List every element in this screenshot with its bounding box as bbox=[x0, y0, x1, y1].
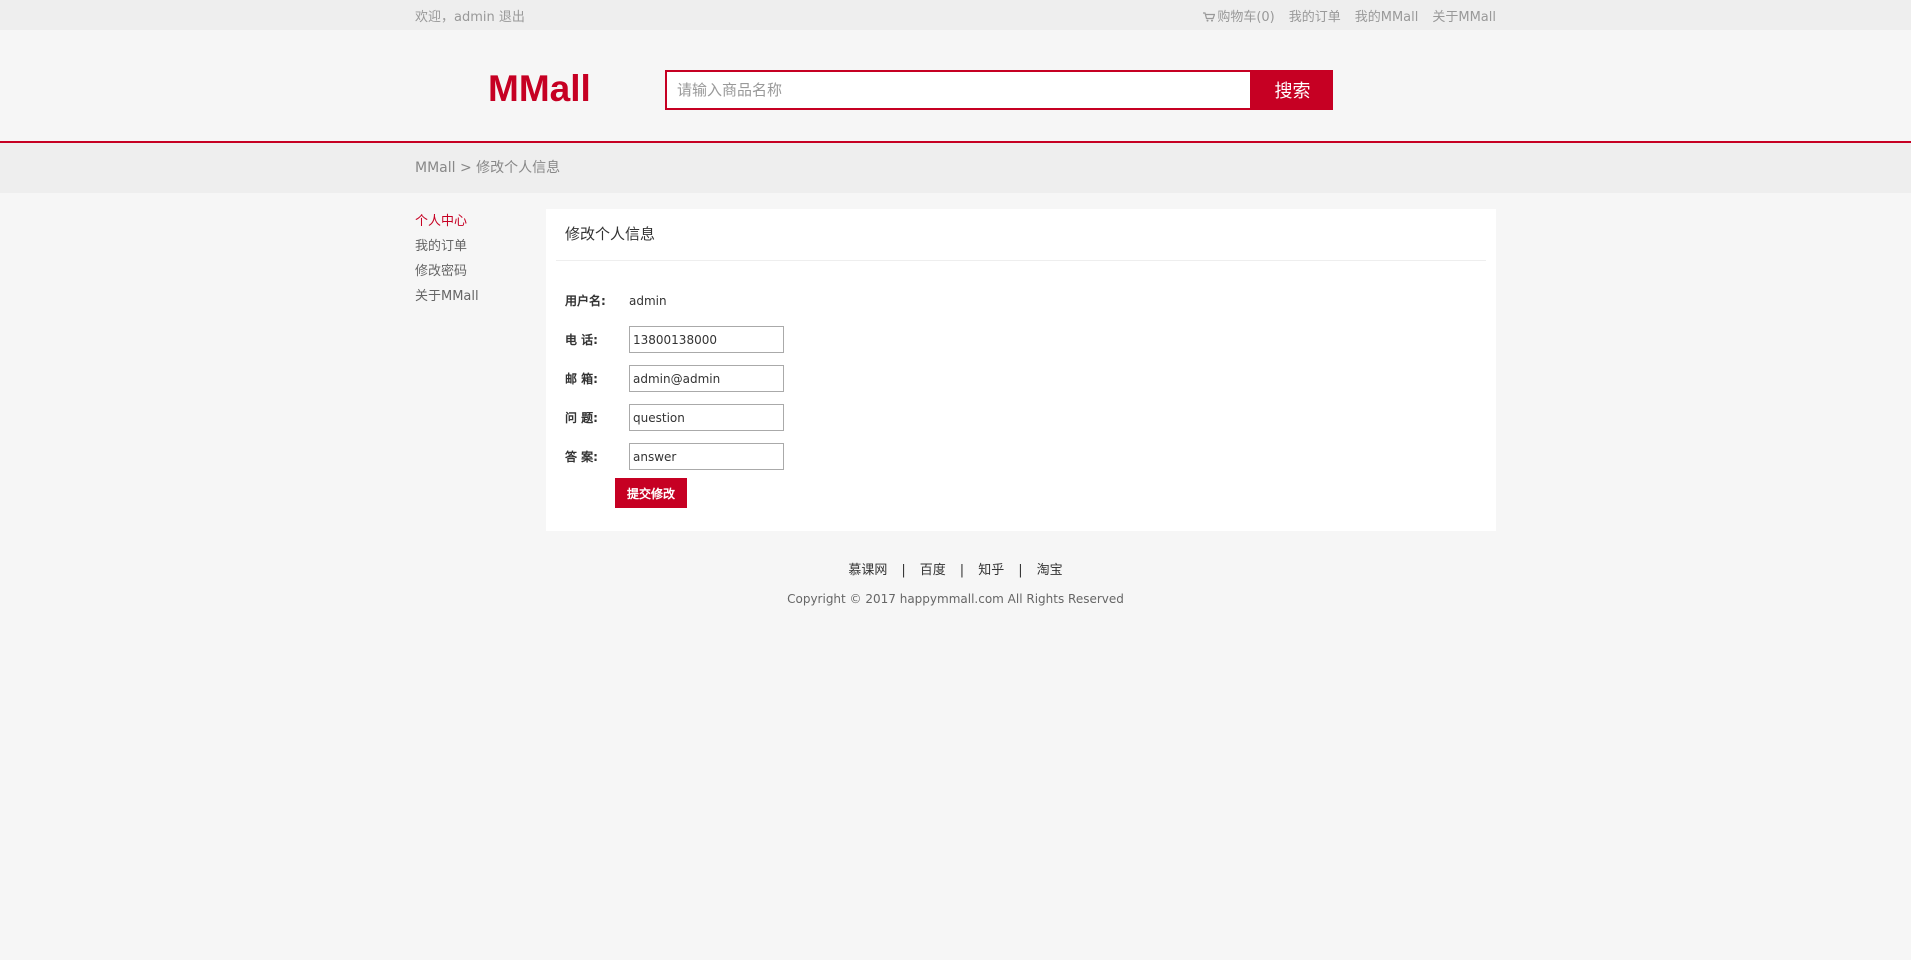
footer-separator: | bbox=[959, 563, 965, 578]
username-value: admin bbox=[629, 293, 667, 308]
profile-edit-panel: 修改个人信息 用户名: admin 电 话: 邮 箱: 问 题: bbox=[546, 209, 1496, 531]
logout-link[interactable]: 退出 bbox=[499, 10, 525, 25]
breadcrumb-separator: > bbox=[455, 160, 477, 176]
submit-button[interactable]: 提交修改 bbox=[615, 478, 687, 508]
profile-form: 用户名: admin 电 话: 邮 箱: 问 题: 答 案: bbox=[546, 261, 1496, 508]
answer-field[interactable] bbox=[629, 443, 784, 470]
site-header: MMall 搜索 bbox=[0, 30, 1911, 143]
answer-row: 答 案: bbox=[565, 437, 1496, 476]
top-nav-bar: 欢迎，admin 退出 购物车(0) 我的订单 我的MMall 关于MMall bbox=[0, 0, 1911, 30]
my-mmall-link[interactable]: 我的MMall bbox=[1355, 6, 1419, 25]
cart-link[interactable]: 购物车(0) bbox=[1203, 6, 1275, 25]
question-label: 问 题: bbox=[565, 411, 598, 425]
panel-title: 修改个人信息 bbox=[556, 209, 1486, 261]
phone-label: 电 话: bbox=[565, 333, 598, 347]
footer-link-imooc[interactable]: 慕课网 bbox=[848, 563, 887, 578]
sidebar-item-user-center[interactable]: 个人中心 bbox=[415, 209, 546, 234]
email-label: 邮 箱: bbox=[565, 372, 598, 386]
footer-link-taobao[interactable]: 淘宝 bbox=[1037, 563, 1063, 578]
site-footer: 慕课网 | 百度 | 知乎 | 淘宝 Copyright © 2017 happymmall… bbox=[0, 531, 1911, 606]
search-input[interactable] bbox=[665, 70, 1252, 110]
search-button[interactable]: 搜索 bbox=[1252, 70, 1333, 110]
sidebar-item-my-orders[interactable]: 我的订单 bbox=[415, 234, 546, 259]
breadcrumb: MMall > 修改个人信息 bbox=[415, 143, 1496, 193]
footer-link-baidu[interactable]: 百度 bbox=[920, 563, 946, 578]
breadcrumb-home[interactable]: MMall bbox=[415, 160, 456, 176]
sidebar-item-change-password[interactable]: 修改密码 bbox=[415, 259, 546, 284]
main-content: 个人中心 我的订单 修改密码 关于MMall 修改个人信息 用户名: admin… bbox=[0, 193, 1911, 531]
cart-icon bbox=[1203, 11, 1216, 22]
site-logo[interactable]: MMall bbox=[488, 68, 591, 110]
username-label: 用户名: bbox=[565, 294, 606, 308]
answer-label: 答 案: bbox=[565, 450, 598, 464]
search-box: 搜索 bbox=[665, 70, 1333, 110]
footer-separator: | bbox=[901, 563, 906, 578]
phone-field[interactable] bbox=[629, 326, 784, 353]
question-row: 问 题: bbox=[565, 398, 1496, 437]
welcome-text: 欢迎，admin bbox=[415, 9, 495, 25]
submit-row: 提交修改 bbox=[565, 476, 1496, 508]
breadcrumb-bar: MMall > 修改个人信息 bbox=[0, 143, 1911, 193]
phone-row: 电 话: bbox=[565, 320, 1496, 359]
username-row: 用户名: admin bbox=[565, 281, 1496, 320]
email-row: 邮 箱: bbox=[565, 359, 1496, 398]
about-link[interactable]: 关于MMall bbox=[1432, 6, 1496, 25]
sidebar: 个人中心 我的订单 修改密码 关于MMall bbox=[415, 209, 546, 531]
cart-label: 购物车(0) bbox=[1217, 9, 1275, 25]
my-orders-link[interactable]: 我的订单 bbox=[1289, 6, 1341, 25]
footer-links: 慕课网 | 百度 | 知乎 | 淘宝 bbox=[0, 559, 1911, 578]
email-field[interactable] bbox=[629, 365, 784, 392]
breadcrumb-current: 修改个人信息 bbox=[476, 160, 561, 176]
footer-link-zhihu[interactable]: 知乎 bbox=[978, 563, 1004, 578]
sidebar-item-about[interactable]: 关于MMall bbox=[415, 284, 546, 309]
user-greeting: 欢迎，admin 退出 bbox=[415, 6, 525, 25]
top-nav-links: 购物车(0) 我的订单 我的MMall 关于MMall bbox=[1203, 6, 1496, 25]
footer-separator: | bbox=[1018, 563, 1023, 578]
question-field[interactable] bbox=[629, 404, 784, 431]
copyright-text: Copyright © 2017 happymmall.com All Righ… bbox=[787, 592, 1124, 606]
